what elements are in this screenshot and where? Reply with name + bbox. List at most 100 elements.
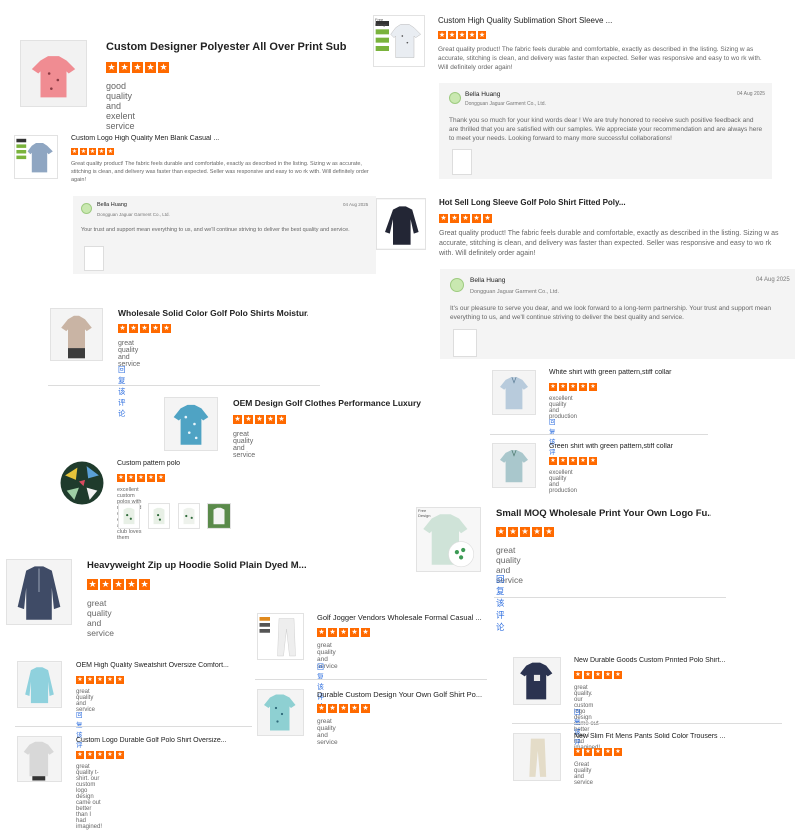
star-rating: ★ ★ ★ ★ ★	[574, 748, 624, 756]
star-icon: ★	[361, 628, 370, 637]
star-icon: ★	[76, 676, 84, 684]
star-icon: ★	[89, 148, 96, 155]
star-rating: ★ ★ ★ ★ ★	[76, 676, 126, 684]
star-icon: ★	[71, 148, 78, 155]
reply-text: It's our pleasure to serve you dear, and…	[450, 305, 772, 321]
product-title[interactable]: Durable Custom Design Your Own Golf Shir…	[317, 690, 487, 699]
star-icon: ★	[147, 474, 155, 482]
star-icon: ★	[574, 748, 582, 756]
product-thumbnail[interactable]	[14, 135, 58, 179]
star-icon: ★	[119, 62, 130, 73]
star-icon: ★	[328, 628, 337, 637]
star-icon: ★	[496, 527, 506, 537]
product-title[interactable]: Golf Jogger Vendors Wholesale Formal Cas…	[317, 613, 487, 622]
product-thumbnail[interactable]	[257, 613, 304, 660]
star-icon: ★	[317, 628, 326, 637]
star-icon: ★	[96, 676, 104, 684]
star-icon: ★	[574, 671, 582, 679]
reply-image[interactable]	[452, 149, 472, 175]
product-thumbnail[interactable]	[50, 308, 103, 361]
star-icon: ★	[569, 383, 577, 391]
product-thumbnail[interactable]	[492, 370, 536, 415]
review-comment: Great quality product! The fabric feels …	[439, 230, 779, 257]
product-title[interactable]: Custom pattern polo	[117, 460, 267, 467]
product-title[interactable]: OEM Design Golf Clothes Performance Luxu…	[233, 398, 423, 408]
reply-to-review-link[interactable]: 回复该评论	[496, 573, 505, 633]
star-icon: ★	[277, 415, 286, 424]
star-icon: ★	[107, 148, 114, 155]
star-icon: ★	[604, 671, 612, 679]
star-icon: ★	[86, 751, 94, 759]
reply-to-review-link[interactable]: 回复该评论	[118, 364, 126, 419]
star-icon: ★	[468, 31, 476, 39]
star-icon: ★	[604, 748, 612, 756]
product-thumbnail[interactable]	[17, 661, 62, 708]
star-icon: ★	[549, 457, 557, 465]
product-title[interactable]: Heavyweight Zip up Hoodie Solid Plain Dy…	[87, 560, 307, 571]
star-icon: ★	[450, 214, 459, 223]
review-photo[interactable]	[148, 503, 170, 529]
product-title[interactable]: New Slim Fit Mens Pants Solid Color Trou…	[574, 733, 744, 740]
star-icon: ★	[127, 474, 135, 482]
star-icon: ★	[544, 527, 554, 537]
product-thumbnail[interactable]	[513, 657, 561, 705]
review-comment: Great quality product! The fabric feels …	[438, 46, 762, 71]
product-thumbnail[interactable]	[376, 198, 426, 250]
product-title[interactable]: Custom Logo High Quality Men Blank Casua…	[71, 135, 271, 142]
product-thumbnail[interactable]	[59, 460, 105, 506]
star-icon: ★	[472, 214, 481, 223]
star-icon: ★	[233, 415, 242, 424]
seller-reply: Bella Huang Dongguan Jaguar Garment Co.,…	[439, 83, 772, 179]
product-thumbnail[interactable]	[513, 733, 561, 781]
star-icon: ★	[157, 474, 165, 482]
product-thumbnail[interactable]	[17, 736, 62, 782]
star-rating: ★ ★ ★ ★ ★	[117, 474, 167, 482]
divider	[15, 726, 252, 727]
reply-image[interactable]	[84, 246, 104, 271]
avatar	[450, 278, 464, 292]
review-comment: great quality and service	[233, 431, 256, 459]
product-thumbnail[interactable]	[20, 40, 87, 107]
avatar	[81, 203, 92, 214]
reply-company: Dongguan Jaguar Garment Co., Ltd.	[97, 212, 170, 217]
product-thumbnail[interactable]	[164, 397, 218, 451]
star-icon: ★	[461, 214, 470, 223]
star-icon: ★	[76, 751, 84, 759]
review-photo[interactable]	[178, 503, 200, 529]
product-title[interactable]: Custom High Quality Sublimation Short Sl…	[438, 16, 638, 25]
star-icon: ★	[584, 748, 592, 756]
star-icon: ★	[458, 31, 466, 39]
star-icon: ★	[614, 671, 622, 679]
star-icon: ★	[255, 415, 264, 424]
star-icon: ★	[478, 31, 486, 39]
star-icon: ★	[117, 474, 125, 482]
product-title[interactable]: Small MOQ Wholesale Print Your Own Logo …	[496, 508, 711, 519]
product-title[interactable]: Green shirt with green pattern,stiff col…	[549, 443, 729, 450]
product-title[interactable]: Custom Designer Polyester All Over Print…	[106, 41, 346, 53]
review-comment: excellent quality and production	[549, 470, 578, 494]
reply-image[interactable]	[453, 329, 477, 357]
product-thumbnail[interactable]	[492, 443, 536, 488]
reply-text: Your trust and support mean everything t…	[81, 227, 350, 233]
product-thumbnail[interactable]	[6, 559, 72, 625]
product-title[interactable]: Custom Logo Durable Golf Polo Shirt Over…	[76, 737, 236, 744]
product-thumbnail[interactable]	[257, 689, 304, 736]
star-icon: ★	[162, 324, 171, 333]
star-rating: ★ ★ ★ ★ ★	[76, 751, 126, 759]
product-title[interactable]: OEM High Quality Sweatshirt Oversize Com…	[76, 662, 236, 669]
review-photo[interactable]	[207, 503, 231, 529]
product-title[interactable]: Hot Sell Long Sleeve Golf Polo Shirt Fit…	[439, 198, 639, 207]
star-icon: ★	[106, 751, 114, 759]
reply-text: Thank you so much for your kind words de…	[449, 117, 763, 142]
star-icon: ★	[448, 31, 456, 39]
product-title[interactable]: White shirt with green pattern,stiff col…	[549, 369, 729, 376]
review-photo[interactable]	[118, 503, 140, 529]
star-icon: ★	[438, 31, 446, 39]
star-rating: ★ ★ ★ ★ ★	[87, 579, 152, 590]
product-title[interactable]: New Durable Goods Custom Printed Polo Sh…	[574, 657, 744, 664]
avatar	[449, 92, 461, 104]
review-comment: Great quality product! The fabric feels …	[71, 161, 369, 183]
product-title[interactable]: Wholesale Solid Color Golf Polo Shirts M…	[118, 308, 308, 318]
star-icon: ★	[158, 62, 169, 73]
star-rating: ★ ★ ★ ★ ★	[317, 628, 372, 637]
